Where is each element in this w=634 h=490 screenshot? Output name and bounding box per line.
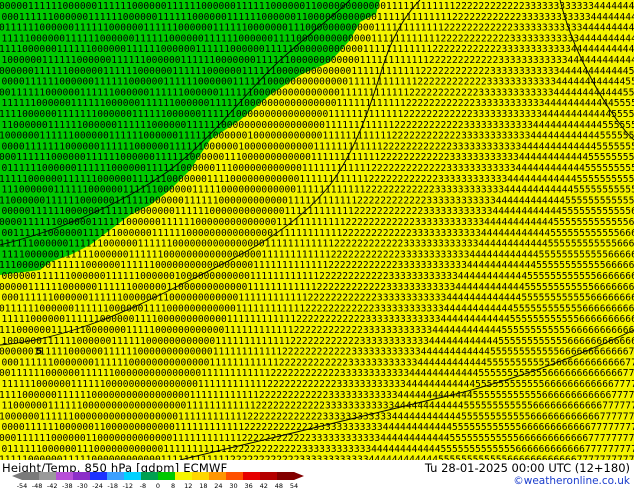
grid-value-row: 1000000111111000000111111000000111111000… [0, 131, 634, 142]
grid-value-row: 1110000001111110000001111110000001111100… [2, 185, 634, 196]
legend-arrow-left [12, 472, 22, 480]
color-legend-swatches [12, 472, 304, 480]
legend-tick-label: 24 [214, 482, 222, 490]
grid-value-row: 1111000000111111000000000000000001111111… [0, 390, 634, 401]
grid-value-row: 1100000011111100000011111100000011111100… [2, 120, 634, 131]
grid-value-row: 1111110000001111110000001111110000001111… [2, 98, 634, 109]
legend-tick-label: -12 [122, 482, 133, 490]
grid-value-row: 1110000001111110000001111110000000000000… [0, 260, 634, 271]
weather-map: 0000011111100000011111100000011111100000… [0, 0, 634, 460]
legend-swatch [73, 472, 91, 480]
legend-tick-label: -54 [17, 482, 28, 490]
grid-value-row: 0000111111000000111111000000111111000000… [0, 217, 634, 228]
valid-time: Tu 28-01-2025 00:00 UTC (12+180) [424, 461, 630, 475]
legend-swatch [124, 472, 142, 480]
legend-tick-label: 36 [245, 482, 253, 490]
legend-swatch [277, 472, 295, 480]
legend-tick-label: 54 [290, 482, 298, 490]
grid-value-row: 1100000011111100000000000000000011111111… [2, 401, 634, 412]
grid-value-row: 1000000111111000000111111000000111111000… [2, 55, 634, 66]
legend-swatch [107, 472, 125, 480]
grid-value-row: 0000111111000000111111000000111111000000… [2, 77, 634, 88]
grid-value-row: 1111000000111111100000011111100000011111… [0, 109, 634, 120]
grid-value-row: 0000011111100000011111100000011000000000… [0, 282, 634, 293]
legend-tick-label: -24 [92, 482, 103, 490]
grid-value-row: 0001111110000001100000000000001111111111… [0, 433, 634, 444]
grid-value-row: 1100000011111100000011111100000011111100… [0, 195, 634, 206]
grid-value-row: 0001111110000001111110000001100000000000… [2, 293, 634, 304]
legend-tick-label: 30 [229, 482, 237, 490]
legend-tick-label: -38 [62, 482, 73, 490]
grid-value-row: 1111000000111111000000111111000000111111… [0, 44, 634, 55]
grid-value-row: 0000001111110000001111110000001000000000… [2, 271, 634, 282]
grid-value-row: 1111000000111111000000111111000000000000… [2, 249, 634, 260]
legend-swatch [209, 472, 227, 480]
grid-value-row: 0011111100000011111100000011111100000000… [2, 228, 634, 239]
grid-value-row: 1111100000011111100000011111100000011111… [2, 33, 634, 44]
legend-swatch [260, 472, 278, 480]
grid-value-row: 1111110000001111110000001111110000000000… [0, 239, 634, 250]
grid-value-row: 0001111110000001111110000001111110000001… [0, 152, 634, 163]
grid-value-row: 0011111100000011111100000000000000011111… [0, 368, 634, 379]
grid-value-row: 0011111100000011111100000011111100000011… [0, 87, 634, 98]
legend-arrow-right [294, 472, 304, 480]
grid-value-row: 0111111000000111111000000111100000000000… [0, 303, 634, 314]
color-legend-ticks: -54 -48 -42 -38 -30 -24 -18 -12 -8 0 8 12 18 24 30 36 42… [17, 482, 298, 490]
grid-value-row: 1111100000011111100000011111100000001111… [0, 174, 634, 185]
legend-swatch [22, 472, 40, 480]
grid-value-row: 0000111111000000110000000000001111111111… [2, 422, 634, 433]
legend-tick-label: 12 [184, 482, 192, 490]
grid-value-row: 1000000111111000000111111000000000000111… [2, 336, 634, 347]
contour-value-label: 5 [36, 347, 42, 357]
grid-value-row: 0000011111100000011111100000011111100000… [0, 1, 634, 12]
legend-swatch [56, 472, 74, 480]
grid-value-row: 1111110000001111110000000000000000111111… [2, 379, 634, 390]
grid-value-labels: 0000011111100000011111100000011111100000… [0, 1, 634, 460]
legend-tick-label: 48 [275, 482, 283, 490]
grid-value-row: 1110000001111110000000111110000000000001… [0, 325, 634, 336]
legend-swatch [243, 472, 261, 480]
site-credit-link[interactable]: ©weatheronline.co.uk [513, 475, 630, 487]
legend-swatch [192, 472, 210, 480]
grid-value-row: 1000000111111000000000000000000111111111… [0, 411, 634, 422]
legend-swatch [39, 472, 57, 480]
grid-value-row: 1111100000011111100000011110000000000001… [2, 314, 634, 325]
grid-value-row: 0111111000000111000000000000111111111111… [2, 444, 634, 455]
grid-value-row: 0001111110000001111110000001111110000001… [2, 12, 634, 23]
legend-swatch [141, 472, 159, 480]
grid-value-row: 0111111000000111111000000111111000000111… [2, 163, 634, 174]
legend-tick-label: -8 [140, 482, 146, 490]
legend-tick-label: -48 [32, 482, 43, 490]
map-canvas: 0000011111100000011111100000011111100000… [0, 0, 634, 460]
legend-tick-label: -18 [107, 482, 118, 490]
legend-tick-label: 0 [156, 482, 160, 490]
grid-value-row: 0000001111110000001111110000001111110000… [0, 66, 634, 77]
grid-value-row: 0001111110000000111111000000000000001111… [2, 357, 634, 368]
legend-tick-label: -42 [47, 482, 58, 490]
grid-value-row: 0000001111110000001111110000000000000111… [0, 347, 634, 358]
legend-tick-label: 8 [171, 482, 175, 490]
legend-tick-label: -30 [77, 482, 88, 490]
legend-swatch [226, 472, 244, 480]
legend-swatch [158, 472, 176, 480]
temperature-color-legend: -54 -48 -42 -38 -30 -24 -18 -12 -8 0 8 12 18 24 30 36 42… [12, 472, 304, 490]
legend-tick-label: 18 [199, 482, 207, 490]
legend-tick-label: 42 [260, 482, 268, 490]
grid-value-row: 0000111111100000011111100000011111100000… [2, 141, 634, 152]
legend-swatch [175, 472, 193, 480]
legend-swatch [90, 472, 108, 480]
